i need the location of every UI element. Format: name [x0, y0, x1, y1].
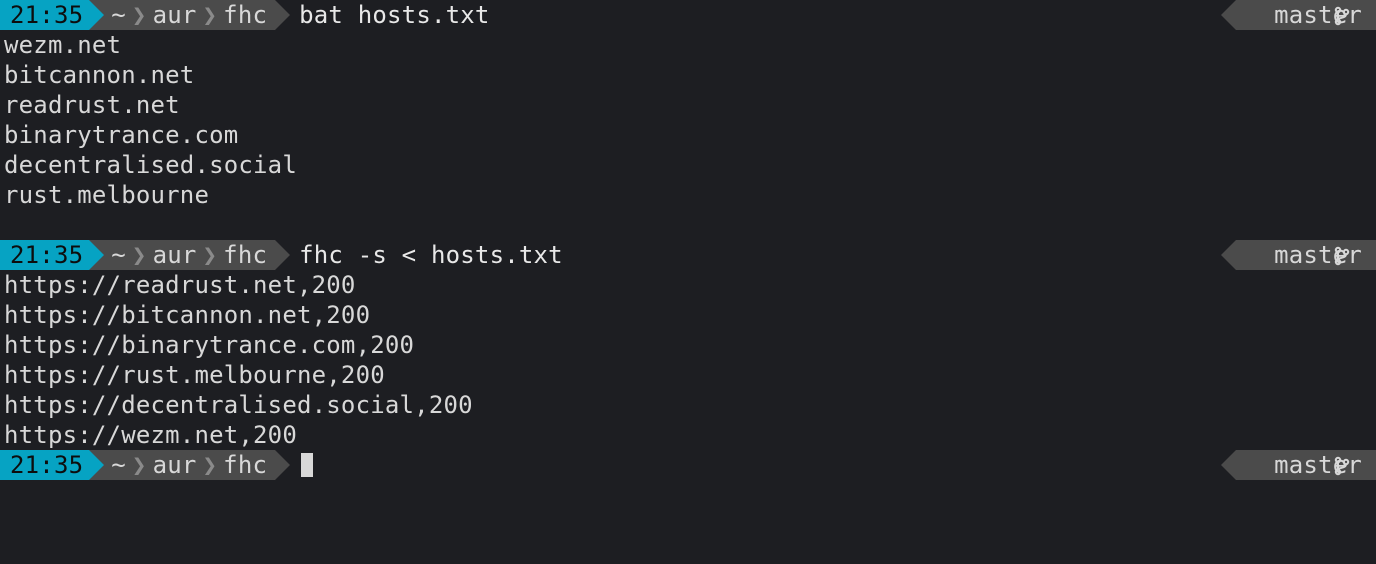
prompt-row: 21:35 ~ ❯ aur ❯ fhc bat hosts.txt master [0, 0, 1376, 30]
output-line: https://bitcannon.net,200 [0, 300, 1376, 330]
prompt-row-active: 21:35 ~ ❯ aur ❯ fhc master [0, 450, 1376, 480]
output-line: wezm.net [0, 30, 1376, 60]
git-branch-icon [1246, 210, 1264, 300]
time-segment: 21:35 [0, 450, 89, 480]
output-line: decentralised.social [0, 150, 1376, 180]
path-segment: ~ ❯ aur ❯ fhc [89, 240, 275, 270]
time-segment: 21:35 [0, 0, 89, 30]
command-input[interactable]: bat hosts.txt [275, 0, 493, 30]
command-text: fhc -s < hosts.txt [299, 240, 563, 270]
output-line: https://readrust.net,200 [0, 270, 1376, 300]
chevron-right-icon: ❯ [126, 0, 153, 30]
spacer [317, 450, 1236, 480]
path-segment: ~ ❯ aur ❯ fhc [89, 450, 275, 480]
git-branch-icon [1246, 420, 1264, 510]
command-text: bat hosts.txt [299, 0, 489, 30]
cursor-icon [301, 453, 313, 477]
git-branch-segment: master [1236, 450, 1376, 480]
chevron-right-icon: ❯ [197, 240, 224, 270]
command-input[interactable]: fhc -s < hosts.txt [275, 240, 567, 270]
output-line: https://binarytrance.com,200 [0, 330, 1376, 360]
output-line: https://decentralised.social,200 [0, 390, 1376, 420]
path-part: fhc [223, 450, 267, 480]
time-value: 21:35 [10, 450, 83, 480]
git-branch-name: master [1274, 0, 1362, 30]
chevron-right-icon: ❯ [126, 450, 153, 480]
path-part: aur [153, 240, 197, 270]
spacer [567, 240, 1236, 270]
git-branch-segment: master [1236, 240, 1376, 270]
output-line: https://wezm.net,200 [0, 420, 1376, 450]
output-line: https://rust.melbourne,200 [0, 360, 1376, 390]
output-line: bitcannon.net [0, 60, 1376, 90]
path-part: ~ [111, 450, 126, 480]
git-branch-name: master [1274, 450, 1362, 480]
prompt-row: 21:35 ~ ❯ aur ❯ fhc fhc -s < hosts.txt m… [0, 240, 1376, 270]
path-part: fhc [223, 240, 267, 270]
spacer [494, 0, 1237, 30]
path-part: ~ [111, 0, 126, 30]
output-line: readrust.net [0, 90, 1376, 120]
path-part: fhc [223, 0, 267, 30]
time-value: 21:35 [10, 0, 83, 30]
time-value: 21:35 [10, 240, 83, 270]
time-segment: 21:35 [0, 240, 89, 270]
output-line: binarytrance.com [0, 120, 1376, 150]
chevron-right-icon: ❯ [126, 240, 153, 270]
chevron-right-icon: ❯ [197, 0, 224, 30]
path-part: aur [153, 450, 197, 480]
path-part: ~ [111, 240, 126, 270]
git-branch-segment: master [1236, 0, 1376, 30]
git-branch-icon [1246, 0, 1264, 60]
chevron-right-icon: ❯ [197, 450, 224, 480]
output-line: rust.melbourne [0, 180, 1376, 210]
path-part: aur [153, 0, 197, 30]
blank-line [0, 210, 1376, 240]
path-segment: ~ ❯ aur ❯ fhc [89, 0, 275, 30]
git-branch-name: master [1274, 240, 1362, 270]
